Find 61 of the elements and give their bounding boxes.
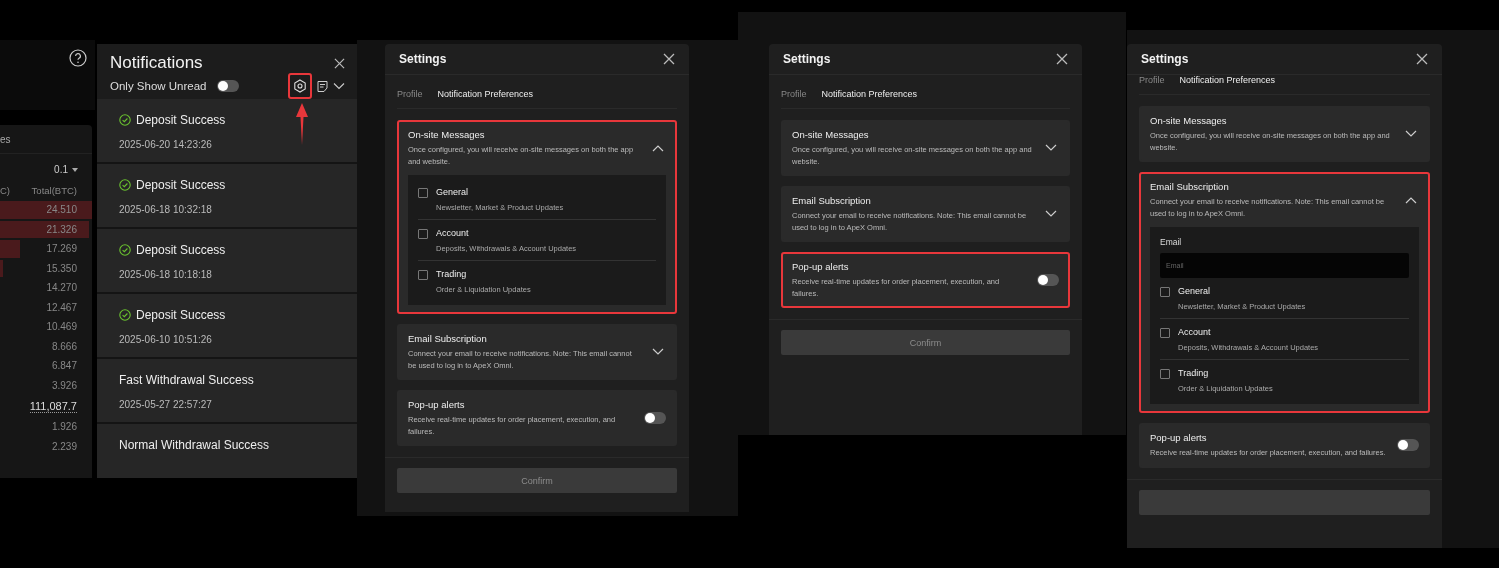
- option-label: General: [436, 187, 470, 197]
- total-value: 12.467: [46, 301, 77, 313]
- section-title: Pop-up alerts: [408, 399, 466, 410]
- tab[interactable]: Notification Preferences: [821, 89, 918, 99]
- total-value: 24.510: [46, 204, 77, 216]
- section-title: Pop-up alerts: [792, 261, 850, 272]
- notification-title: Deposit Success: [136, 178, 226, 192]
- notification-item[interactable]: Deposit Success 2025-06-20 14:23:26: [97, 99, 357, 162]
- total-value: 10.469: [46, 321, 77, 333]
- notification-time: 2025-06-18 10:18:18: [119, 269, 213, 280]
- option-label: Trading: [436, 269, 468, 279]
- total-value: 14.270: [46, 282, 77, 294]
- tab[interactable]: Notification Preferences: [1179, 75, 1276, 85]
- notification-title: Fast Withdrawal Success: [119, 373, 254, 387]
- notification-time: 2025-06-18 10:32:18: [119, 204, 213, 215]
- total-value: 2.239: [51, 440, 77, 452]
- total-value: 3.926: [51, 379, 77, 391]
- total-value: 6.847: [51, 360, 77, 372]
- section-title: Pop-up alerts: [1150, 432, 1208, 443]
- notification-time: 2025-06-20 14:23:26: [119, 139, 213, 150]
- mid-price: 111,087.7: [29, 400, 77, 413]
- section-title: On-site Messages: [408, 129, 486, 140]
- section-title: On-site Messages: [1150, 115, 1228, 126]
- total-value: 17.269: [46, 243, 77, 255]
- tab[interactable]: Profile: [1139, 75, 1165, 85]
- panel-title: Notifications: [110, 53, 203, 73]
- section-title: Email Subscription: [1150, 181, 1230, 192]
- total-value: 1.926: [51, 421, 77, 433]
- section-title: Email Subscription: [408, 333, 488, 344]
- option-label: Account: [1178, 327, 1212, 337]
- total-value: 21.326: [46, 223, 77, 235]
- panel-header: es: [0, 125, 92, 154]
- tab[interactable]: Profile: [781, 89, 807, 99]
- total-value: 15.350: [46, 262, 77, 274]
- option-label: General: [1178, 286, 1212, 296]
- notification-time: 2025-05-27 22:57:27: [119, 399, 213, 410]
- total-value: 8.666: [51, 340, 77, 352]
- notification-title: Deposit Success: [136, 113, 226, 127]
- option-label: Account: [436, 228, 470, 238]
- column-header: Total(BTC): [31, 185, 77, 196]
- option-label: Trading: [1178, 368, 1210, 378]
- notification-item[interactable]: Normal Withdrawal Success: [97, 424, 357, 478]
- dialog-title: Settings: [1141, 52, 1189, 66]
- notification-item[interactable]: Deposit Success 2025-06-18 10:18:18: [97, 229, 357, 292]
- tab[interactable]: Notification Preferences: [437, 89, 534, 99]
- dialog-title: Settings: [783, 52, 831, 66]
- notification-item[interactable]: Deposit Success 2025-06-18 10:32:18: [97, 164, 357, 227]
- notification-title: Normal Withdrawal Success: [119, 438, 270, 452]
- notification-title: Deposit Success: [136, 243, 226, 257]
- notification-item[interactable]: Deposit Success 2025-06-10 10:51:26: [97, 294, 357, 357]
- notification-item[interactable]: Fast Withdrawal Success 2025-05-27 22:57:27: [97, 359, 357, 422]
- tab[interactable]: Profile: [397, 89, 423, 99]
- notification-time: 2025-06-10 10:51:26: [119, 334, 213, 345]
- column-header: C): [0, 185, 11, 196]
- field-label: Email: [1160, 237, 1183, 247]
- step-value[interactable]: 0.1: [54, 164, 68, 175]
- section-title: On-site Messages: [792, 129, 870, 140]
- filter-label: Only Show Unread: [110, 80, 207, 92]
- section-title: Email Subscription: [792, 195, 872, 206]
- notification-title: Deposit Success: [136, 308, 226, 322]
- dialog-title: Settings: [399, 52, 447, 66]
